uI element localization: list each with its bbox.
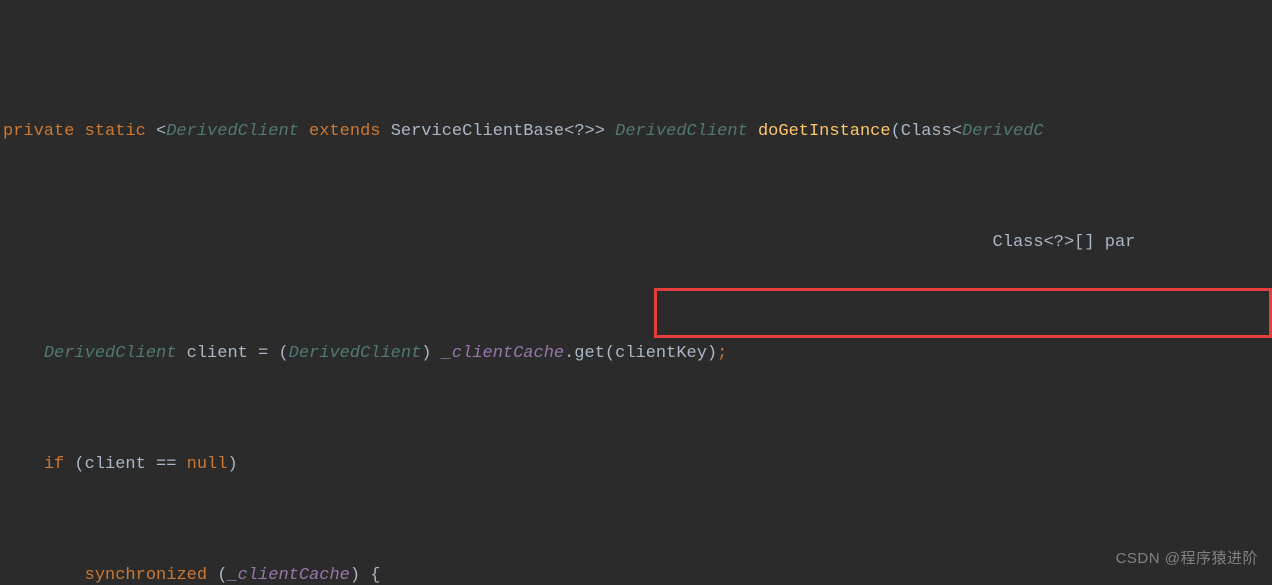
code-token-field: _clientCache <box>442 344 564 363</box>
code-token-ident: Class<?>[] par <box>3 233 1135 252</box>
code-line: Class<?>[] par <box>0 224 1272 261</box>
code-token-num-bool: null <box>187 455 228 474</box>
code-token-ident: ServiceClientBase <box>391 122 564 141</box>
code-token-ident: (Class< <box>891 122 962 141</box>
code-line: if (client == null) <box>0 446 1272 483</box>
code-token-kw: if <box>44 455 75 474</box>
code-token-type: DerivedC <box>962 122 1044 141</box>
code-token-ident: ) <box>227 455 237 474</box>
code-token-ident: ) { <box>350 566 381 585</box>
code-token-ident: ) <box>421 344 441 363</box>
watermark-label: CSDN @程序猿进阶 <box>1116 540 1258 577</box>
code-token-kw: synchronized <box>85 566 218 585</box>
code-token-ident: < <box>156 122 166 141</box>
code-token-kw: extends <box>299 122 391 141</box>
code-token-type: DerivedClient <box>615 122 748 141</box>
code-token-ident: <?>> <box>564 122 615 141</box>
code-token-ident: client = ( <box>176 344 288 363</box>
code-token-ident <box>748 122 758 141</box>
code-token-kw: private static <box>3 122 156 141</box>
code-line: DerivedClient client = (DerivedClient) _… <box>0 335 1272 372</box>
code-editor[interactable]: private static <DerivedClient extends Se… <box>0 0 1272 585</box>
code-token-ann: doGetInstance <box>758 122 891 141</box>
code-token-ident <box>3 344 44 363</box>
code-line: synchronized (_clientCache) { <box>0 557 1272 585</box>
code-token-ident: .get(clientKey) <box>564 344 717 363</box>
annotation-box <box>654 288 1272 338</box>
code-token-semi: ; <box>717 344 727 363</box>
code-token-type: DerivedClient <box>166 122 299 141</box>
code-token-ident <box>3 455 44 474</box>
code-token-ident <box>3 566 85 585</box>
code-token-type: DerivedClient <box>44 344 177 363</box>
code-token-ident: ( <box>217 566 227 585</box>
code-token-ident: (client == <box>74 455 186 474</box>
code-token-field: _clientCache <box>227 566 349 585</box>
code-line: private static <DerivedClient extends Se… <box>0 113 1272 150</box>
code-token-type: DerivedClient <box>289 344 422 363</box>
